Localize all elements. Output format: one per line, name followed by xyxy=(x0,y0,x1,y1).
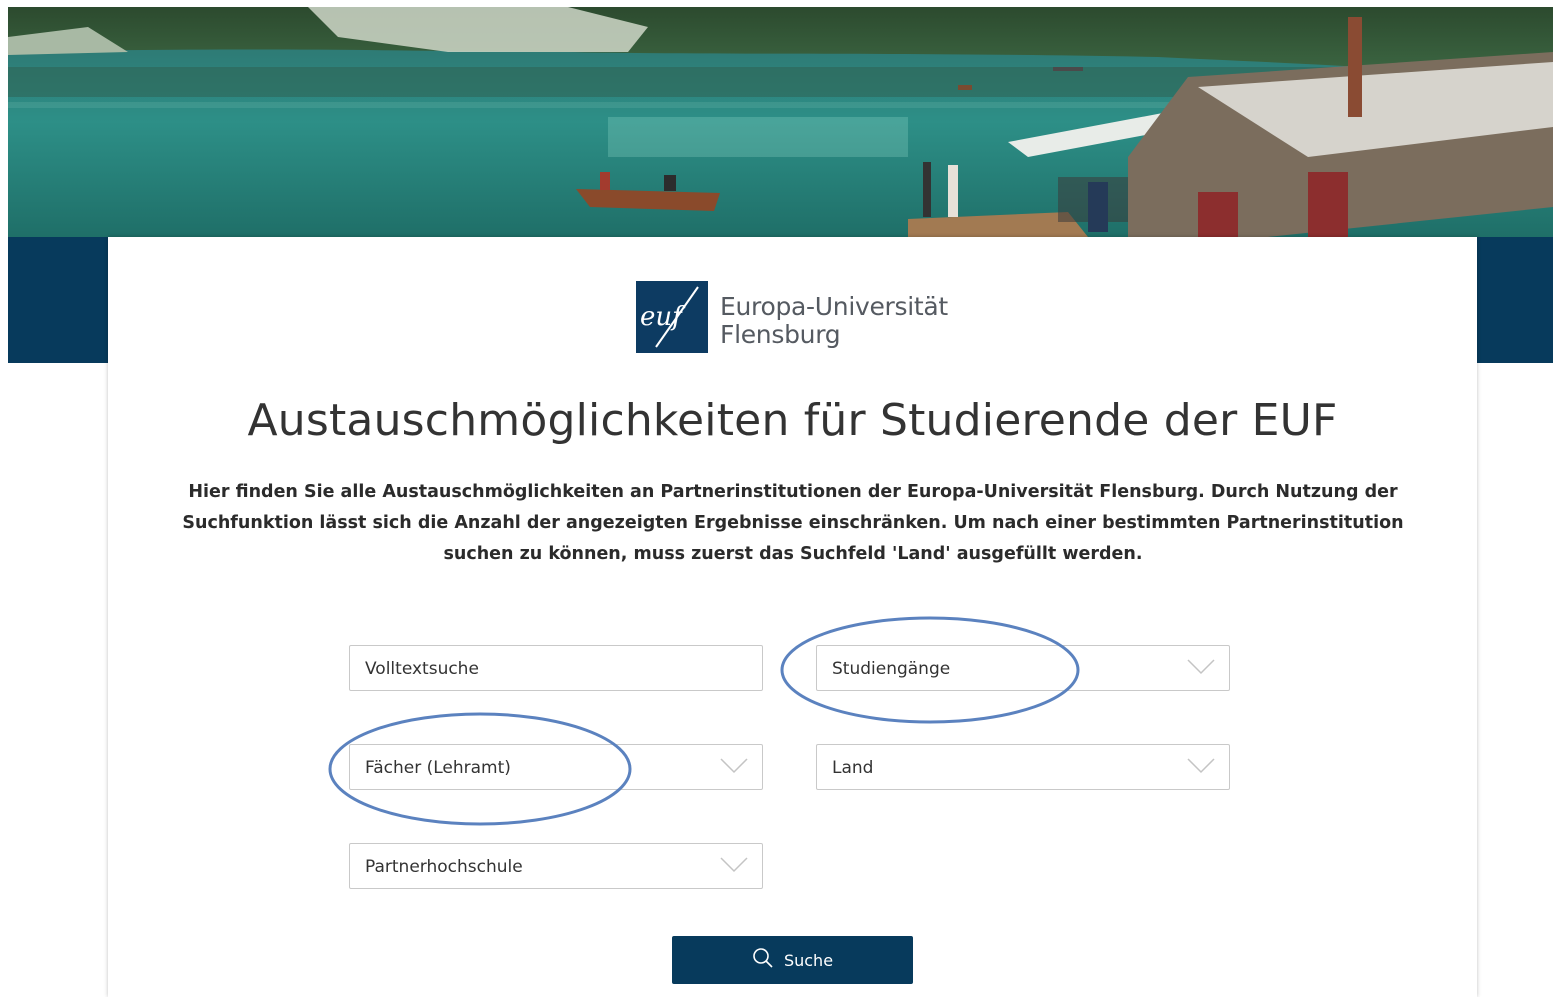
logo-mark: euf xyxy=(636,281,708,353)
fulltext-search-input[interactable]: Volltextsuche xyxy=(349,645,763,691)
fulltext-placeholder: Volltextsuche xyxy=(365,659,479,679)
subjects-select-label: Fächer (Lehramt) xyxy=(365,758,511,778)
chevron-down-icon xyxy=(1187,658,1215,681)
subjects-select[interactable]: Fächer (Lehramt) xyxy=(349,744,763,790)
main-card: euf Europa-Universität Flensburg Austaus… xyxy=(108,237,1477,997)
university-logo[interactable]: euf Europa-Universität Flensburg xyxy=(636,281,956,353)
country-select[interactable]: Land xyxy=(816,744,1230,790)
programs-select[interactable]: Studiengänge xyxy=(816,645,1230,691)
chevron-down-icon xyxy=(720,856,748,879)
logo-mark-text: euf xyxy=(640,302,686,332)
programs-select-label: Studiengänge xyxy=(832,659,951,679)
country-select-label: Land xyxy=(832,758,874,778)
logo-wordmark: Europa-Universität Flensburg xyxy=(720,293,948,349)
partner-university-select[interactable]: Partnerhochschule xyxy=(349,843,763,889)
hero-banner-image xyxy=(8,7,1553,237)
chevron-down-icon xyxy=(720,757,748,780)
search-button-label: Suche xyxy=(783,950,834,970)
page-title: Austauschmöglichkeiten für Studierende d… xyxy=(247,395,1338,446)
intro-text: Hier finden Sie alle Austauschmöglichkei… xyxy=(182,482,1404,564)
chevron-down-icon xyxy=(1187,757,1215,780)
search-button[interactable]: Suche xyxy=(672,936,913,984)
search-icon xyxy=(752,947,774,973)
partner-select-label: Partnerhochschule xyxy=(365,857,523,877)
logo-line-1: Europa-Universität xyxy=(720,292,948,321)
logo-line-2: Flensburg xyxy=(720,320,841,349)
